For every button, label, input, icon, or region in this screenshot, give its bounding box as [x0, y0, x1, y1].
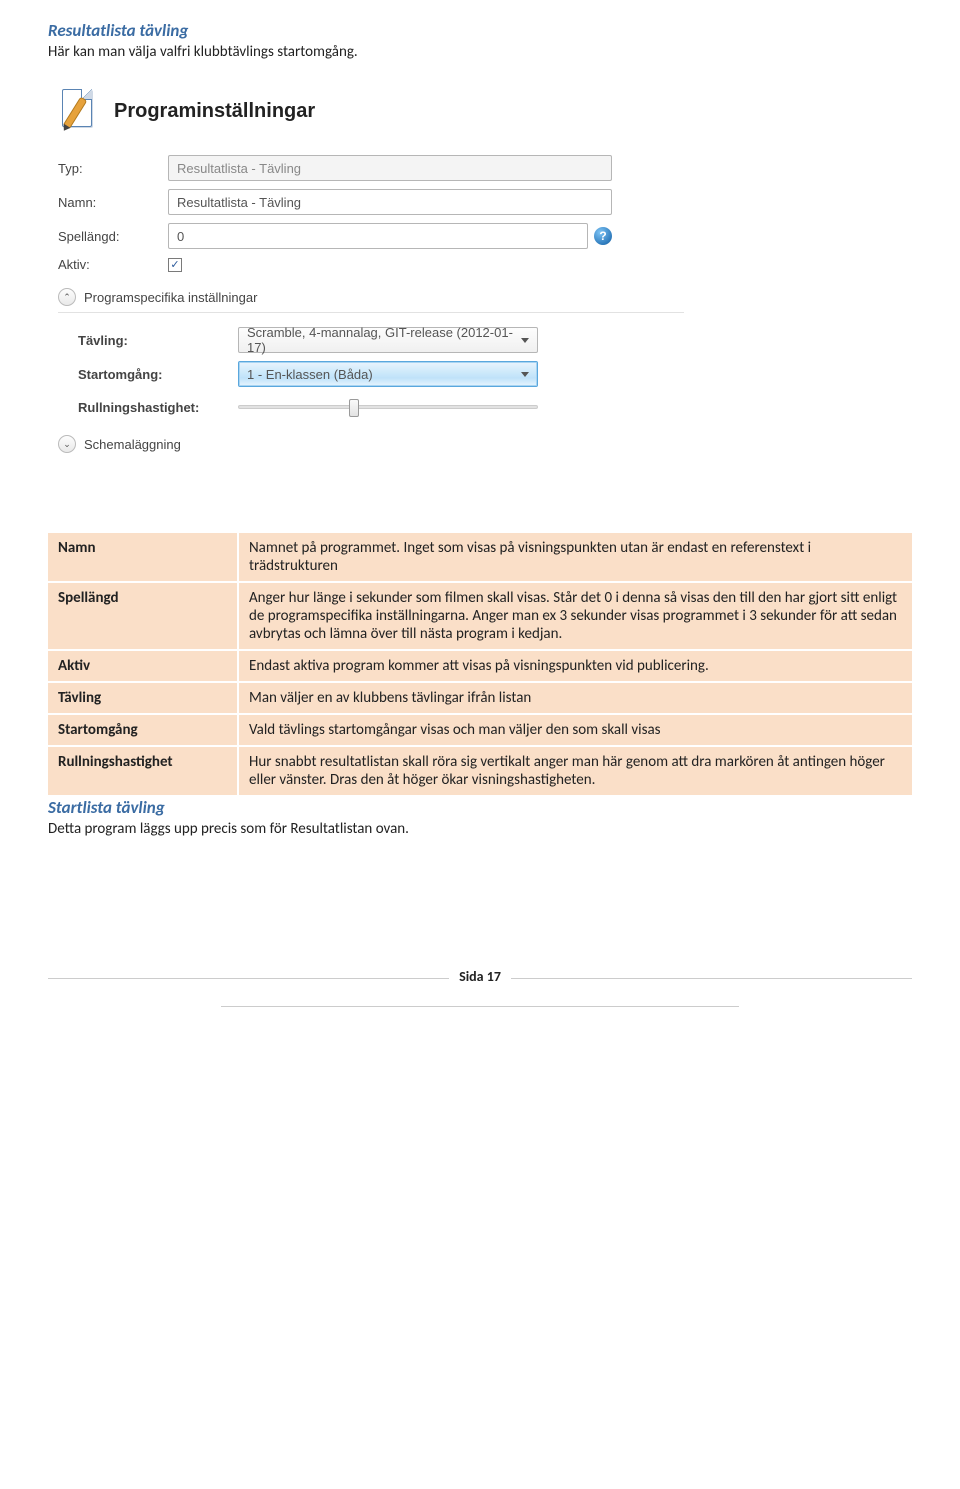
tavling-dropdown[interactable]: Scramble, 4-mannalag, GIT-release (2012-… — [238, 327, 538, 353]
table-desc: Endast aktiva program kommer att visas p… — [238, 650, 912, 682]
table-desc: Anger hur länge i sekunder som filmen sk… — [238, 582, 912, 650]
table-row: StartomgångVald tävlings startomgångar v… — [48, 714, 912, 746]
aktiv-checkbox[interactable]: ✓ — [168, 258, 182, 272]
dialog-title: Programinställningar — [114, 100, 315, 123]
table-desc: Vald tävlings startomgångar visas och ma… — [238, 714, 912, 746]
table-key: Namn — [48, 533, 238, 582]
startomgang-dropdown[interactable]: 1 - En-klassen (Båda) — [238, 361, 538, 387]
table-row: RullningshastighetHur snabbt resultatlis… — [48, 746, 912, 795]
chevron-down-icon — [521, 372, 529, 377]
chevron-down-icon — [521, 338, 529, 343]
page-number: Sida 17 — [449, 968, 511, 985]
spellangd-field[interactable] — [168, 223, 588, 249]
label-tavling: Tävling: — [78, 333, 238, 348]
section-body-startlista: Detta program läggs upp precis som för R… — [48, 820, 912, 838]
namn-field[interactable] — [168, 189, 612, 215]
label-startomgang: Startomgång: — [78, 367, 238, 382]
help-icon[interactable]: ? — [594, 227, 612, 245]
label-typ: Typ: — [58, 161, 168, 176]
section-heading-resultatlista: Resultatlista tävling — [48, 20, 912, 41]
tavling-value: Scramble, 4-mannalag, GIT-release (2012-… — [247, 325, 521, 355]
label-schema: Schemaläggning — [84, 437, 181, 452]
definition-table: NamnNamnet på programmet. Inget som visa… — [48, 533, 912, 795]
dialog-header: Programinställningar — [52, 87, 684, 135]
table-key: Startomgång — [48, 714, 238, 746]
table-key: Aktiv — [48, 650, 238, 682]
program-settings-dialog: Programinställningar Typ: Namn: Spelläng… — [48, 79, 688, 483]
label-progspec: Programspecifika inställningar — [84, 290, 257, 305]
table-row: SpellängdAnger hur länge i sekunder som … — [48, 582, 912, 650]
table-key: Spellängd — [48, 582, 238, 650]
table-row: AktivEndast aktiva program kommer att vi… — [48, 650, 912, 682]
label-namn: Namn: — [58, 195, 168, 210]
table-row: NamnNamnet på programmet. Inget som visa… — [48, 533, 912, 582]
page-footer: Sida 17 — [48, 978, 912, 1007]
typ-field — [168, 155, 612, 181]
chevron-up-icon[interactable]: ⌃ — [58, 288, 76, 306]
table-desc: Hur snabbt resultatlistan skall röra sig… — [238, 746, 912, 795]
section-subline: Här kan man välja valfri klubbtävlings s… — [48, 43, 912, 61]
startomgang-value: 1 - En-klassen (Båda) — [247, 367, 373, 382]
document-edit-icon — [58, 87, 100, 135]
table-desc: Namnet på programmet. Inget som visas på… — [238, 533, 912, 582]
rullning-slider[interactable] — [238, 405, 538, 409]
section-heading-startlista: Startlista tävling — [48, 797, 912, 818]
slider-thumb[interactable] — [349, 399, 359, 417]
label-aktiv: Aktiv: — [58, 257, 168, 272]
table-desc: Man väljer en av klubbens tävlingar ifrå… — [238, 682, 912, 714]
progspec-body: Tävling: Scramble, 4-mannalag, GIT-relea… — [58, 312, 684, 419]
chevron-down-icon[interactable]: ⌄ — [58, 435, 76, 453]
table-key: Rullningshastighet — [48, 746, 238, 795]
label-spellangd: Spellängd: — [58, 229, 168, 244]
table-row: TävlingMan väljer en av klubbens tävling… — [48, 682, 912, 714]
table-key: Tävling — [48, 682, 238, 714]
label-rullning: Rullningshastighet: — [78, 400, 238, 415]
